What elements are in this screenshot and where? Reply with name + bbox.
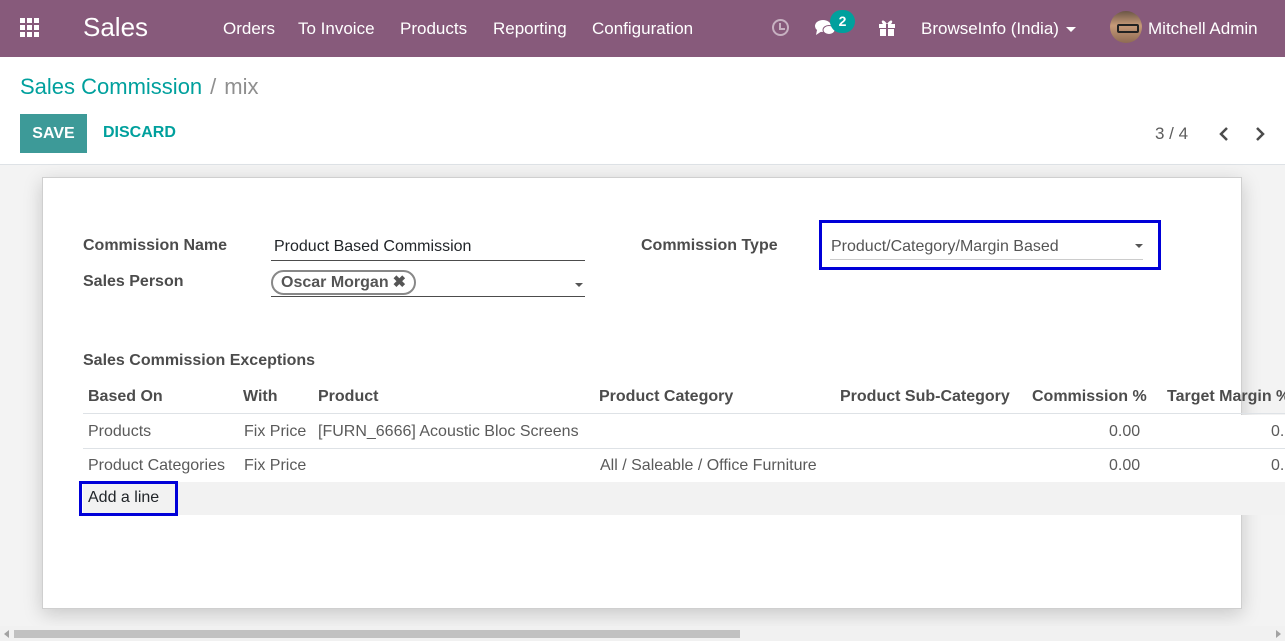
save-button[interactable]: SAVE — [20, 114, 87, 153]
sales-person-dropdown-caret[interactable] — [575, 283, 583, 287]
cell-with: Fix Price — [244, 457, 307, 474]
scroll-right-arrow-icon[interactable] — [1276, 630, 1281, 638]
column-product-category[interactable]: Product Category — [599, 388, 733, 406]
breadcrumb-separator: / — [210, 74, 217, 99]
cell-product: [FURN_6666] Acoustic Bloc Screens — [318, 423, 579, 440]
add-line-row — [83, 482, 1285, 515]
table-row[interactable]: Product Categories Fix Price All / Salea… — [83, 449, 1285, 483]
column-product-sub-category[interactable]: Product Sub-Category — [840, 388, 1010, 406]
control-panel: Sales Commission / mix SAVE DISCARD 3 / 4 — [0, 57, 1285, 165]
menu-configuration[interactable]: Configuration — [592, 19, 693, 39]
breadcrumb-current: mix — [224, 74, 259, 99]
chevron-left-icon[interactable] — [1218, 125, 1230, 143]
menu-to-invoice[interactable]: To Invoice — [298, 19, 375, 39]
breadcrumb: Sales Commission / mix — [20, 74, 259, 100]
user-name[interactable]: Mitchell Admin — [1148, 19, 1258, 39]
chevron-right-icon[interactable] — [1254, 125, 1266, 143]
commission-name-label: Commission Name — [83, 237, 228, 254]
avatar[interactable] — [1110, 11, 1142, 43]
breadcrumb-parent[interactable]: Sales Commission — [20, 74, 202, 99]
apps-grid-icon[interactable] — [20, 18, 42, 38]
clock-icon[interactable] — [772, 19, 789, 36]
app-brand[interactable]: Sales — [83, 12, 148, 43]
gift-icon[interactable] — [878, 18, 896, 36]
scrollbar-thumb[interactable] — [14, 630, 740, 638]
cell-based-on: Product Categories — [88, 457, 225, 474]
add-line-highlight — [79, 481, 178, 516]
sales-person-tag: Oscar Morgan ✖ — [271, 270, 416, 295]
sales-person-tag-label: Oscar Morgan — [281, 274, 389, 291]
top-navbar: Sales Orders To Invoice Products Reporti… — [0, 0, 1285, 57]
menu-orders[interactable]: Orders — [223, 19, 275, 39]
pager-value[interactable]: 3 / 4 — [1155, 124, 1188, 144]
exceptions-title: Sales Commission Exceptions — [83, 352, 316, 369]
commission-type-highlight — [819, 220, 1161, 270]
cell-commission-percent: 0.00 — [1109, 423, 1141, 440]
company-name: BrowseInfo (India) — [921, 19, 1059, 38]
commission-name-underline — [271, 260, 585, 261]
commission-name-input[interactable]: Product Based Commission — [274, 238, 471, 256]
column-target-margin-percent[interactable]: Target Margin % — [1167, 388, 1285, 406]
column-based-on[interactable]: Based On — [88, 388, 163, 406]
close-icon[interactable]: ✖ — [393, 274, 406, 291]
menu-products[interactable]: Products — [400, 19, 467, 39]
table-row[interactable]: Products Fix Price [FURN_6666] Acoustic … — [83, 415, 1285, 449]
discard-button[interactable]: DISCARD — [103, 124, 176, 142]
cell-target-margin-percent: 0.00 — [1271, 457, 1285, 474]
menu-reporting[interactable]: Reporting — [493, 19, 567, 39]
column-with[interactable]: With — [243, 388, 278, 406]
scroll-left-arrow-icon[interactable] — [4, 630, 9, 638]
commission-type-label: Commission Type — [641, 237, 778, 254]
exceptions-table-header: Based On With Product Product Category P… — [83, 381, 1285, 414]
horizontal-scrollbar[interactable] — [0, 626, 1285, 641]
cell-based-on: Products — [88, 423, 152, 440]
cell-target-margin-percent: 0.00 — [1271, 423, 1285, 440]
cell-commission-percent: 0.00 — [1109, 457, 1141, 474]
chevron-down-icon — [1065, 27, 1076, 33]
sales-person-underline — [271, 296, 585, 297]
message-count-badge: 2 — [830, 10, 855, 33]
column-commission-percent[interactable]: Commission % — [1032, 388, 1147, 406]
cell-product-category: All / Saleable / Office Furniture — [600, 457, 817, 474]
sales-person-label: Sales Person — [83, 273, 184, 290]
company-switcher[interactable]: BrowseInfo (India) — [921, 19, 1076, 39]
cell-with: Fix Price — [244, 423, 307, 440]
column-product[interactable]: Product — [318, 388, 378, 406]
